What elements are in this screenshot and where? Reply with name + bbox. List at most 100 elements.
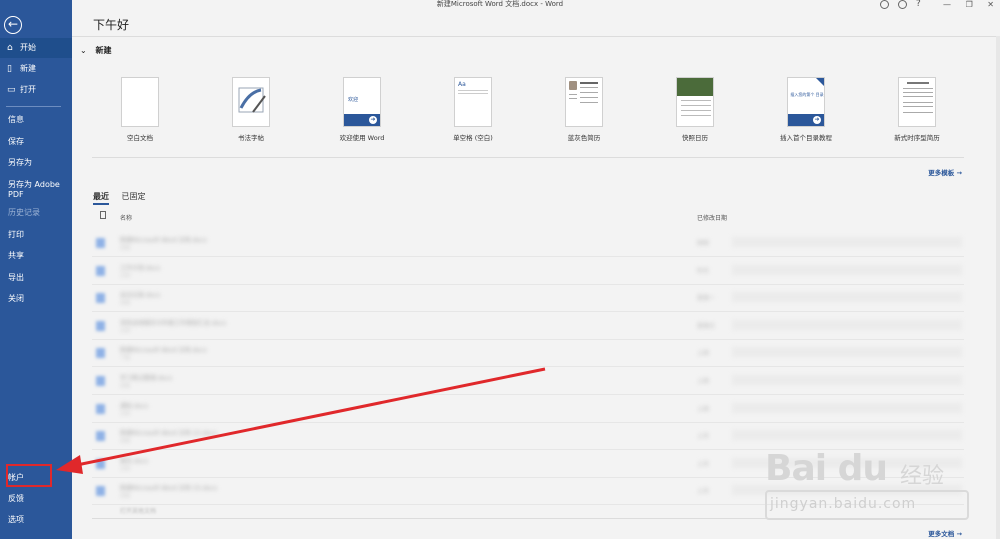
account-highlight-box [6,464,52,487]
sidebar-item-save[interactable]: 保存 [0,132,72,152]
sidebar-item-open[interactable]: ▭ 打开 [0,80,72,100]
word-file-icon [96,431,105,442]
file-name: 工作计划.docx [120,264,161,272]
file-name: 通知.docx [120,402,149,410]
open-other-documents[interactable]: 打开其他文档 [120,506,156,515]
sidebar-item-close[interactable]: 关闭 [0,289,72,309]
file-name: 学习笔记整理.docx [120,375,173,382]
help-icon[interactable]: ? [916,0,921,9]
close-icon[interactable]: ✕ [987,0,994,9]
template-thumbnail [676,77,714,127]
sidebar-item-info[interactable]: 信息 [0,110,72,130]
sidebar-item-save-as-pdf[interactable]: 另存为 Adobe PDF [0,178,70,202]
file-date: 上周 [697,405,710,413]
template-thumbnail: 欢迎 ➜ [343,77,381,127]
template-welcome-word[interactable]: 欢迎 ➜ 欢迎使用 Word [317,77,407,142]
file-path: 文档 [120,327,131,334]
file-name: 会议记录.docx [120,292,161,300]
sidebar-item-home[interactable]: ⌂ 开始 [0,38,72,58]
arrow-right-icon: → [956,169,962,177]
template-thumbnail [565,77,603,127]
minimize-icon[interactable]: — [943,0,951,9]
word-file-icon [96,348,105,359]
file-date: 上周 [697,350,710,358]
sidebar-item-save-as[interactable]: 另存为 [0,153,72,173]
file-path: 桌面 [120,300,131,307]
sidebar-item-share[interactable]: 共享 [0,246,72,266]
template-toc-tutorial[interactable]: 插入您的第个 目录 ➜ 插入首个目录教程 [761,77,851,142]
sidebar-item-feedback[interactable]: 反馈 [0,489,72,509]
word-file-icon [96,320,105,331]
word-file-icon [96,486,105,497]
scrollbar[interactable] [996,36,1000,539]
more-templates-link[interactable]: 更多模板 → [928,167,962,177]
file-path: 桌面 [120,245,131,251]
template-thumbnail [898,77,936,127]
home-icon: ⌂ [7,43,13,53]
file-date: 上周 [697,378,710,385]
file-date: 昨天 [697,267,710,275]
new-section-header[interactable]: ⌄ 新建 [80,45,112,56]
template-blank[interactable]: 空白文档 [95,77,185,142]
file-name: 新建Microsoft Word 文档.docx [120,347,207,355]
file-path: 文档 [120,465,131,472]
file-path: 桌面 [120,383,131,389]
tab-recent[interactable]: 最近 [93,191,109,205]
sidebar-item-print[interactable]: 打印 [0,225,72,245]
tab-pinned[interactable]: 已固定 [122,191,146,202]
file-name: 项目总结报告与年度工作规划汇总.docx [120,319,227,327]
calligraphy-icon [238,87,266,113]
arrow-right-icon: ➜ [813,116,821,124]
back-arrow-icon[interactable]: ← [4,16,22,34]
file-date: 星期一 [697,295,716,303]
template-single-spaced[interactable]: Aa 单空格 (空白) [428,77,518,142]
smiley-icon[interactable] [880,0,889,9]
template-thumbnail [232,77,270,127]
document-icon [100,211,106,219]
word-file-icon [96,265,105,276]
baidu-jingyan-watermark: Bai du 经验 jingyan.baidu.com [740,430,990,530]
file-row[interactable]: 项目总结报告与年度工作规划汇总.docx 文档 星期日 [92,312,964,340]
window-title: 新建Microsoft Word 文档.docx - Word [436,0,564,8]
arrow-right-icon: → [956,530,962,538]
new-doc-icon: ▯ [7,64,12,74]
sidebar-divider [6,106,61,107]
sidebar-item-history[interactable]: 历史记录 [0,203,72,223]
template-thumbnail [121,77,159,127]
template-calligraphy[interactable]: 书法字帖 [206,77,296,142]
file-row[interactable]: 学习笔记整理.docx 桌面 上周 [92,367,964,395]
maximize-icon[interactable]: ❐ [966,0,973,9]
file-path: 文档 [120,410,131,417]
file-date: 上月 [697,460,710,468]
file-date: 刚刚 [697,240,710,247]
file-row[interactable]: 工作计划.docx 文档 昨天 [92,257,964,285]
file-row[interactable]: 新建Microsoft Word 文档.docx 下载 上周 [92,339,964,368]
window-controls: — ❐ ✕ [931,0,994,9]
file-date: 星期日 [697,322,716,330]
column-name[interactable]: 名称 [120,213,132,222]
template-modern-chronological-resume[interactable]: 新式时序型简历 [872,77,962,142]
file-name: 新建Microsoft Word 文档.docx [120,237,207,244]
word-file-icon [96,403,105,414]
word-file-icon [96,293,105,304]
file-row[interactable]: 通知.docx 文档 上周 [92,395,964,423]
sidebar-item-options[interactable]: 选项 [0,510,72,530]
file-path: 文档 [120,272,131,279]
sidebar-item-new[interactable]: ▯ 新建 [0,59,72,79]
template-blue-gray-resume[interactable]: 蓝灰色简历 [539,77,629,142]
file-name: 报告.docx [120,457,149,465]
sidebar-item-export[interactable]: 导出 [0,268,72,288]
template-thumbnail: 插入您的第个 目录 ➜ [787,77,825,127]
file-date: 上月 [697,433,710,441]
template-thumbnail: Aa [454,77,492,127]
template-snapshot-calendar[interactable]: 快照日历 [650,77,740,142]
word-file-icon [96,458,105,469]
frown-icon[interactable] [898,0,907,9]
folder-open-icon: ▭ [7,85,16,95]
file-path: 桌面 [120,438,131,445]
file-row[interactable]: 会议记录.docx 桌面 星期一 [92,284,964,313]
column-date-modified[interactable]: 已修改日期 [697,213,727,222]
file-row[interactable]: 新建Microsoft Word 文档.docx 桌面 刚刚 [92,229,964,257]
backstage-sidebar: ← ⌂ 开始 ▯ 新建 ▭ 打开 信息 保存 另存为 另存为 Adobe PDF… [0,0,72,539]
recent-tabs: 最近 已固定 [93,191,156,205]
